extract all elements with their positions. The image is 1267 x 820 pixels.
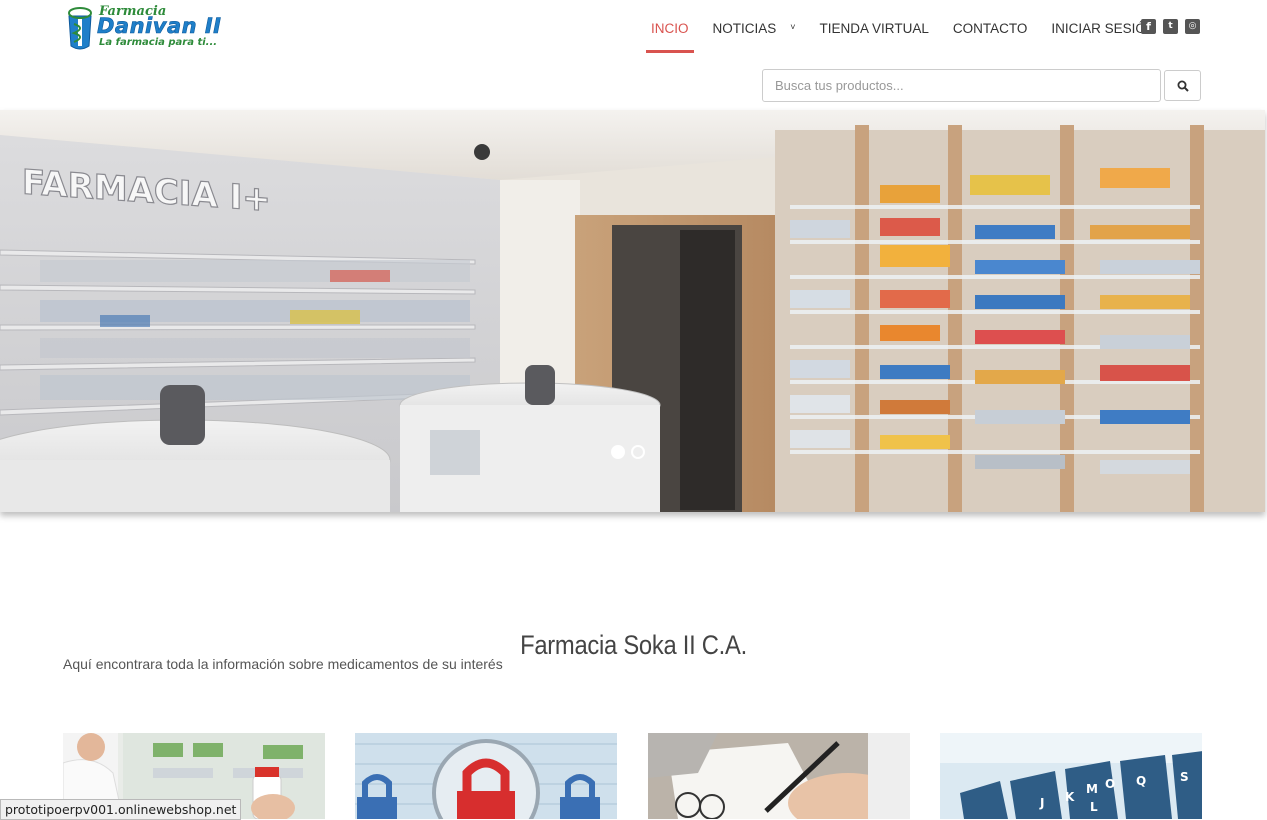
brand-logo[interactable]: Farmacia Danivan II La farmacia para ti.… xyxy=(63,4,223,56)
caduceus-logo-icon xyxy=(68,7,92,50)
status-url: prototipoerpv001.onlinewebshop.net xyxy=(0,799,242,820)
carousel-dot-1[interactable] xyxy=(611,445,625,459)
index-letter-j: J xyxy=(1039,796,1044,810)
nav-item-tienda-virtual[interactable]: TIENDA VIRTUAL xyxy=(820,18,929,40)
index-letter-m: M xyxy=(1086,782,1098,796)
card-writing[interactable] xyxy=(648,733,910,819)
nav-label: CONTACTO xyxy=(952,21,1028,36)
search-icon xyxy=(1177,80,1189,92)
carousel-indicators xyxy=(611,445,645,459)
nav-item-noticias[interactable]: NOTICIAS ˅ xyxy=(713,18,796,41)
nav-item-inicio[interactable]: INCIO xyxy=(646,18,693,53)
nav-item-iniciar-sesion[interactable]: INICIAR SESIÓN xyxy=(1051,18,1155,40)
search-input[interactable] xyxy=(762,69,1161,102)
nav-label: INCIO xyxy=(651,21,689,36)
nav-label: NOTICIAS xyxy=(712,20,777,36)
nav-label: INICIAR SESIÓN xyxy=(1051,21,1156,36)
facebook-icon[interactable]: f xyxy=(1141,19,1156,34)
padlock-image xyxy=(355,733,617,819)
nav-item-contacto[interactable]: CONTACTO xyxy=(953,18,1028,40)
instagram-icon[interactable]: ◎ xyxy=(1185,19,1200,34)
hero-carousel[interactable]: FARMACIA I+ xyxy=(0,110,1265,512)
carousel-dot-2[interactable] xyxy=(631,445,645,459)
site-header: Farmacia Danivan II La farmacia para ti.… xyxy=(0,0,1267,110)
index-letter-s: S xyxy=(1180,770,1189,784)
index-letter-k: K xyxy=(1065,790,1075,804)
search-button[interactable] xyxy=(1164,70,1201,101)
brand-name: Danivan II xyxy=(97,14,222,39)
nav-label: TIENDA VIRTUAL xyxy=(819,21,929,36)
social-links: f t ◎ xyxy=(1141,19,1200,34)
file-index-image: M O Q S K L J xyxy=(940,733,1202,819)
index-letter-q: Q xyxy=(1136,774,1146,788)
index-letter-o: O xyxy=(1105,777,1115,791)
brand-tagline: La farmacia para ti... xyxy=(99,37,218,48)
writing-hand-image xyxy=(648,733,910,819)
main-nav: INCIO NOTICIAS ˅ TIENDA VIRTUAL CONTACTO … xyxy=(640,18,1180,53)
twitter-icon[interactable]: t xyxy=(1163,19,1178,34)
card-security[interactable] xyxy=(355,733,617,819)
chevron-down-icon: ˅ xyxy=(790,21,796,32)
card-index[interactable]: M O Q S K L J xyxy=(940,733,1202,819)
section-subtitle: Aquí encontrara toda la información sobr… xyxy=(63,656,503,672)
index-letter-l: L xyxy=(1090,800,1098,814)
